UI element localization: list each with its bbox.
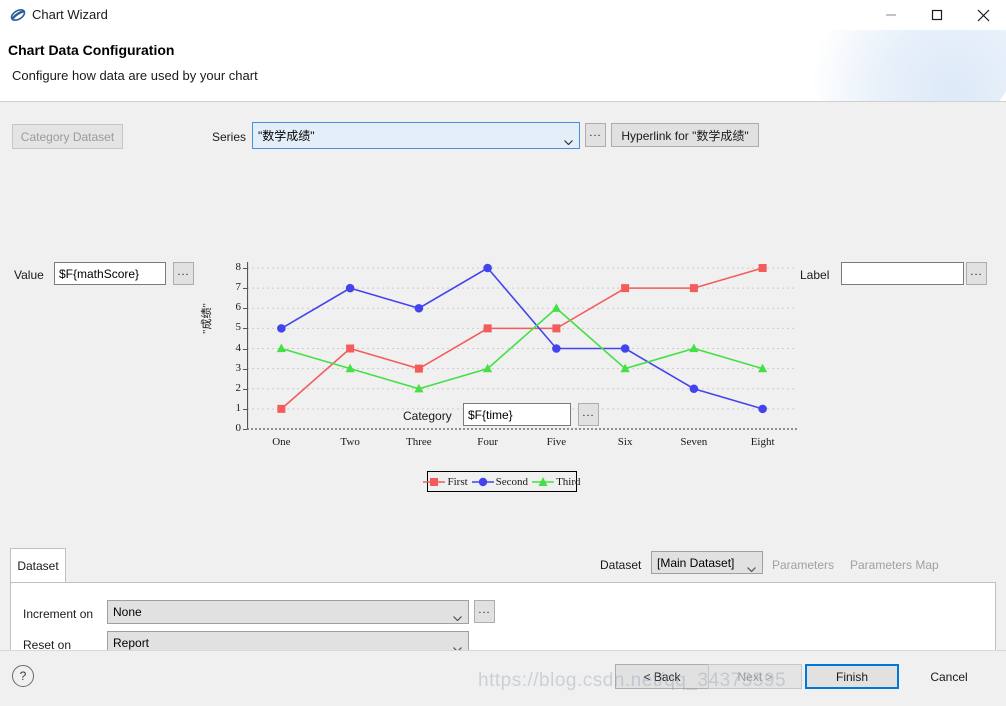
chart-y-tick-mark (243, 328, 247, 330)
chevron-down-icon (453, 610, 462, 622)
minimize-button[interactable] (868, 0, 914, 30)
chart-y-tick-mark (243, 308, 247, 310)
chart-wizard-icon (10, 7, 26, 23)
label-input[interactable] (841, 262, 964, 285)
chevron-down-icon (453, 641, 462, 653)
wizard-header: Chart Data Configuration Configure how d… (0, 30, 1006, 102)
legend-label: First (447, 475, 468, 488)
legend-item: Second (471, 475, 529, 488)
category-label: Category (403, 409, 452, 423)
chart-y-tick-mark (243, 429, 247, 430)
maximize-button[interactable] (914, 0, 960, 30)
legend-marker-icon (471, 477, 494, 486)
chart-y-tick-mark (243, 368, 247, 370)
increment-on-value: None (113, 605, 142, 619)
chart-y-tick-label: 7 (235, 281, 242, 294)
back-button[interactable]: < Back (615, 664, 709, 689)
series-label: Series (212, 130, 247, 144)
close-button[interactable] (960, 0, 1006, 30)
legend-label: Second (495, 475, 529, 488)
page-subtitle: Configure how data are used by your char… (12, 68, 258, 83)
chart-x-tick-label: Seven (680, 436, 708, 448)
legend-item: Third (532, 475, 581, 488)
chart-y-tick-mark (243, 408, 247, 410)
series-combo[interactable]: "数学成绩" (252, 122, 580, 149)
help-icon[interactable]: ? (12, 665, 34, 687)
chart-x-tick-label: Six (617, 436, 633, 448)
chart-y-tick-label: 4 (235, 341, 242, 354)
increment-on-label: Increment on (23, 607, 94, 621)
parameters-link[interactable]: Parameters (772, 558, 834, 572)
chart-x-tick-label: Four (477, 436, 499, 448)
dataset-combo[interactable]: [Main Dataset] (651, 551, 763, 574)
finish-button[interactable]: Finish (805, 664, 899, 689)
value-ellipsis-button[interactable]: ... (173, 262, 194, 285)
chart-y-tick-label: 5 (235, 321, 242, 334)
chevron-down-icon (564, 134, 573, 145)
category-ellipsis-button[interactable]: ... (578, 403, 599, 426)
reset-on-value: Report (113, 636, 150, 650)
tab-dataset[interactable]: Dataset (10, 548, 66, 583)
chart-x-tick-label: Two (340, 436, 360, 448)
minimize-icon (885, 9, 897, 21)
dataset-label: Dataset (600, 558, 642, 572)
chart-y-tick-label: 3 (235, 361, 242, 374)
chart-x-tick-label: Five (546, 436, 567, 448)
chart-x-tick-label: Eight (750, 436, 775, 448)
hyperlink-button[interactable]: Hyperlink for "数学成绩" (611, 123, 759, 147)
dataset-combo-value: [Main Dataset] (657, 555, 735, 570)
chart-y-tick-mark (243, 388, 247, 390)
value-label: Value (14, 268, 44, 282)
maximize-icon (931, 9, 943, 21)
next-button: Next > (708, 664, 802, 689)
chart-y-tick-label: 6 (235, 301, 242, 314)
chart-y-tick-label: 8 (235, 261, 242, 273)
category-dataset-button[interactable]: Category Dataset (12, 124, 123, 149)
close-icon (977, 9, 990, 22)
chart-x-tick-label: One (272, 436, 291, 448)
chart-y-tick-label: 1 (235, 401, 242, 414)
chart-x-tick-label: Three (406, 436, 432, 448)
cancel-button[interactable]: Cancel (902, 664, 996, 689)
increment-on-ellipsis-button[interactable]: ... (474, 600, 495, 623)
label-label: Label (800, 268, 830, 282)
chart-y-tick-label: 2 (235, 381, 242, 394)
chart-legend: First Second Third (423, 471, 581, 492)
legend-item: First (423, 475, 468, 488)
label-ellipsis-button[interactable]: ... (966, 262, 987, 285)
window-title-bar: Chart Wizard (0, 0, 1006, 30)
chart-y-tick-mark (243, 288, 247, 290)
chart-preview: 0 1 2 3 4 5 6 7 8 One Two Three Four Five Six Seven Eig… (229, 260, 797, 464)
wizard-body: Category Dataset Series "数学成绩" ... Hyper… (0, 102, 1006, 681)
header-decoration (806, 30, 1006, 102)
page-title: Chart Data Configuration (8, 42, 175, 58)
legend-marker-icon (532, 476, 555, 486)
legend-label: Third (556, 475, 581, 488)
window-title: Chart Wizard (32, 7, 108, 22)
chart-y-tick-mark (243, 268, 247, 269)
series-combo-value: "数学成绩" (258, 129, 315, 143)
chart-y-tick-mark (243, 348, 247, 350)
category-input[interactable]: $F{time} (463, 403, 571, 426)
legend-marker-icon (423, 477, 446, 486)
parameters-map-link[interactable]: Parameters Map (850, 558, 939, 572)
value-input[interactable]: $F{mathScore} (54, 262, 166, 285)
series-ellipsis-button[interactable]: ... (585, 123, 606, 147)
chevron-down-icon (747, 561, 756, 572)
increment-on-combo[interactable]: None (107, 600, 469, 624)
chart-y-tick-label: 0 (235, 422, 242, 434)
chart-y-axis-title: "成绩" (201, 303, 213, 334)
